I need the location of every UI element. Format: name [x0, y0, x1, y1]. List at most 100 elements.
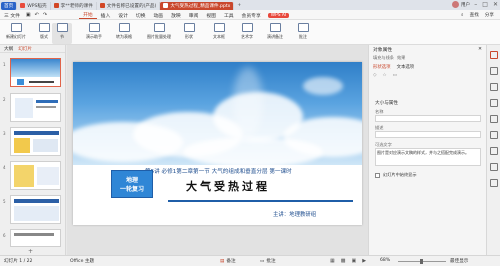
shape-options-tab[interactable]: 形状选项	[373, 64, 391, 70]
outline-tab[interactable]: 大纲	[4, 46, 13, 52]
menu-review[interactable]: 审阅	[185, 12, 203, 19]
alt-text-field[interactable]: 图片是对应演示文稿的样式，并与之搭配完成演示。	[375, 148, 481, 166]
add-slide-button[interactable]: +	[28, 248, 33, 255]
image-icon	[153, 23, 165, 32]
theme-name[interactable]: Office 主题	[70, 258, 94, 264]
slide-title[interactable]: 大气受热过程	[186, 178, 270, 194]
title-bar: 首页 WPS稻壳 李**老师的课件 文件名称已设置的(产品) 大气受热过程_精品…	[0, 0, 500, 10]
zoom-slider[interactable]	[398, 259, 446, 264]
size-icon[interactable]: ▭	[393, 73, 397, 78]
animation-icon[interactable]	[490, 83, 498, 91]
textbox-button[interactable]: 文本框	[205, 23, 233, 44]
slide-thumbnail-6[interactable]	[10, 229, 61, 247]
effects-icon[interactable]: ☆	[383, 73, 387, 78]
slide-title-badge[interactable]: 地理 一轮复习	[111, 170, 153, 198]
batch-image-button[interactable]: 图片批量处理	[142, 23, 176, 44]
text-options-tab[interactable]: 文本选项	[397, 64, 415, 70]
slide-subtitle[interactable]: 第5讲 必修1第二章第一节 大气的组成和垂直分层 第一课时	[145, 167, 292, 175]
save-icon[interactable]: ▣	[24, 12, 33, 18]
fit-button[interactable]: 最佳显示	[450, 258, 468, 264]
maximize-icon[interactable]: □	[482, 1, 488, 8]
comment-icon[interactable]: ▭	[260, 259, 264, 264]
undo-icon[interactable]: ↶	[33, 12, 41, 18]
wordart-button[interactable]: 艺术字	[233, 23, 261, 44]
menu-file[interactable]: 三 文件	[0, 12, 24, 19]
always-show-checkbox[interactable]	[375, 172, 380, 178]
menu-animation[interactable]: 动画	[150, 12, 168, 19]
tab-effects[interactable]: 效果	[397, 55, 405, 61]
notes-button[interactable]: 备注	[226, 258, 235, 264]
settings-icon[interactable]	[490, 179, 498, 187]
menu-insert[interactable]: 插入	[97, 12, 115, 19]
properties-icon[interactable]	[490, 51, 498, 59]
play-icon[interactable]: ▶	[362, 258, 366, 264]
menu-slideshow[interactable]: 放映	[167, 12, 185, 19]
slide-thumbnail-1[interactable]	[10, 58, 61, 87]
name-field[interactable]	[375, 115, 481, 122]
slide-author[interactable]: 主讲：地理教研组	[273, 210, 316, 218]
slide-thumbnail-3[interactable]	[10, 127, 61, 156]
menu-view[interactable]: 视图	[202, 12, 220, 19]
current-slide[interactable]: 第5讲 必修1第二章第一节 大气的组成和垂直分层 第一课时 地理 一轮复习 大气…	[73, 62, 362, 225]
search-icon[interactable]: ⌕	[461, 12, 464, 18]
menu-transitions[interactable]: 切换	[132, 12, 150, 19]
panel-close-icon[interactable]: ✕	[478, 47, 482, 52]
tab-document-1[interactable]: 李**老师的课件	[51, 1, 97, 10]
panel-title: 对象属性	[373, 47, 393, 53]
presenter-assistant-button[interactable]: 演示助手	[80, 23, 108, 44]
zoom-slider-thumb[interactable]	[420, 259, 423, 264]
design-icon[interactable]	[490, 67, 498, 75]
tab-wps-docer[interactable]: WPS稻壳	[17, 1, 51, 10]
close-icon[interactable]: ✕	[493, 1, 498, 8]
share-icon[interactable]	[490, 147, 498, 155]
share-button[interactable]: 分享	[485, 12, 494, 18]
reading-view-icon[interactable]: ▣	[351, 258, 356, 264]
menu-member[interactable]: 会员专享	[238, 12, 265, 19]
tab-document-active[interactable]: 大气受热过程_精品课件.pptx	[160, 1, 235, 10]
thumb-sky-image	[11, 59, 60, 77]
tab-home[interactable]: 首页	[1, 1, 18, 10]
avatar[interactable]	[452, 1, 459, 8]
new-slide-button[interactable]: 新建幻灯片	[2, 23, 30, 44]
title-underline	[168, 200, 353, 202]
minimize-icon[interactable]: –	[474, 1, 477, 8]
description-field[interactable]	[375, 131, 481, 138]
sorter-view-icon[interactable]: ▩	[341, 258, 346, 264]
assistant-icon	[88, 23, 100, 32]
shape-icon	[183, 23, 195, 32]
tab-label: WPS稻壳	[27, 3, 47, 9]
size-properties-header[interactable]: 大小与属性	[375, 100, 398, 106]
transition-icon[interactable]	[490, 99, 498, 107]
convert-table-button[interactable]: 转为表格	[110, 23, 138, 44]
template-icon[interactable]	[490, 115, 498, 123]
slide-thumbnail-4[interactable]	[10, 161, 61, 190]
slide-thumbnail-5[interactable]	[10, 195, 61, 224]
fill-icon[interactable]: ◇	[373, 73, 377, 78]
section-button[interactable]: 节	[52, 23, 72, 44]
tab-fill-line[interactable]: 填充与线条	[373, 55, 394, 61]
badge-subject: 地理	[125, 177, 138, 184]
slide-thumbnail-2[interactable]	[10, 93, 61, 122]
notes-icon	[269, 23, 281, 32]
wps-ai-button[interactable]: WPS AI	[267, 12, 290, 18]
shape-button[interactable]: 形状	[178, 23, 200, 44]
notes-icon[interactable]: ▤	[220, 259, 224, 264]
slide-editing-canvas[interactable]: 第5讲 必修1第二章第一节 大气的组成和垂直分层 第一课时 地理 一轮复习 大气…	[67, 45, 368, 255]
menu-tools[interactable]: 工具	[220, 12, 238, 19]
normal-view-icon[interactable]: ▦	[330, 258, 335, 264]
layers-icon[interactable]	[490, 131, 498, 139]
new-tab-button[interactable]: +	[234, 2, 244, 10]
menu-home[interactable]: 开始	[79, 11, 97, 19]
help-icon[interactable]	[490, 163, 498, 171]
tab-document-2[interactable]: 文件名称已设置的(产品)	[97, 1, 161, 10]
zoom-level[interactable]: 68%	[380, 258, 390, 263]
slides-tab[interactable]: 幻灯片	[18, 46, 32, 52]
menu-design[interactable]: 设计	[114, 12, 132, 19]
redo-icon[interactable]: ↷	[41, 12, 49, 18]
comment-button[interactable]: 批注	[266, 258, 275, 264]
status-bar: 幻灯片 1 / 22 Office 主题 ▤ 备注 ▭ 批注 ▦ ▩ ▣ ▶ 6…	[0, 255, 500, 266]
find-button[interactable]: 查找	[470, 12, 479, 18]
user-name[interactable]: 用户	[461, 2, 470, 8]
comment-button[interactable]: 批注	[289, 23, 317, 44]
speaker-notes-button[interactable]: 演讲备注	[261, 23, 289, 44]
